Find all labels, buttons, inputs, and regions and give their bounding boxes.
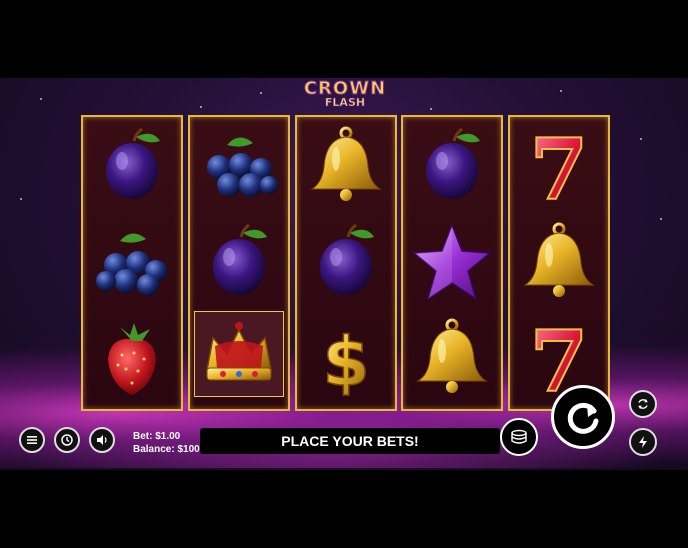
seven-icon: 7 [510, 117, 608, 213]
bet-amount-button[interactable] [500, 418, 538, 456]
crown-icon [194, 311, 284, 397]
message-box: PLACE YOUR BETS! [200, 428, 500, 454]
status-message: PLACE YOUR BETS! [281, 433, 419, 449]
reel-3: $ [295, 115, 397, 411]
bell-icon [297, 117, 395, 213]
history-button[interactable] [54, 427, 80, 453]
plum-icon [403, 117, 501, 213]
coins-icon [511, 429, 527, 444]
spin-icon [567, 402, 599, 434]
bell-icon [403, 309, 501, 405]
sound-icon [97, 435, 107, 445]
game-logo: CROWN FLASH [302, 79, 388, 116]
blueberries-icon [83, 213, 181, 309]
bell-icon [510, 213, 608, 309]
plum-icon [190, 213, 288, 309]
svg-text:7: 7 [530, 123, 588, 207]
history-icon [61, 434, 73, 446]
star-icon [403, 213, 501, 309]
spin-button[interactable] [551, 385, 615, 449]
dollar-icon: $ [297, 309, 395, 405]
blueberries-icon [190, 117, 288, 213]
autoplay-button[interactable] [629, 390, 657, 418]
turbo-button[interactable] [629, 428, 657, 456]
strawberry-icon [83, 309, 181, 405]
autoplay-icon [638, 399, 648, 409]
reel-5: 7 7 [508, 115, 610, 411]
reel-2 [188, 115, 290, 411]
menu-icon [27, 436, 37, 444]
menu-button[interactable] [19, 427, 45, 453]
svg-text:$: $ [322, 323, 369, 399]
plum-icon [297, 213, 395, 309]
plum-icon [83, 117, 181, 213]
reel-1 [81, 115, 183, 411]
turbo-icon [639, 436, 647, 448]
sound-button[interactable] [89, 427, 115, 453]
reel-4 [401, 115, 503, 411]
